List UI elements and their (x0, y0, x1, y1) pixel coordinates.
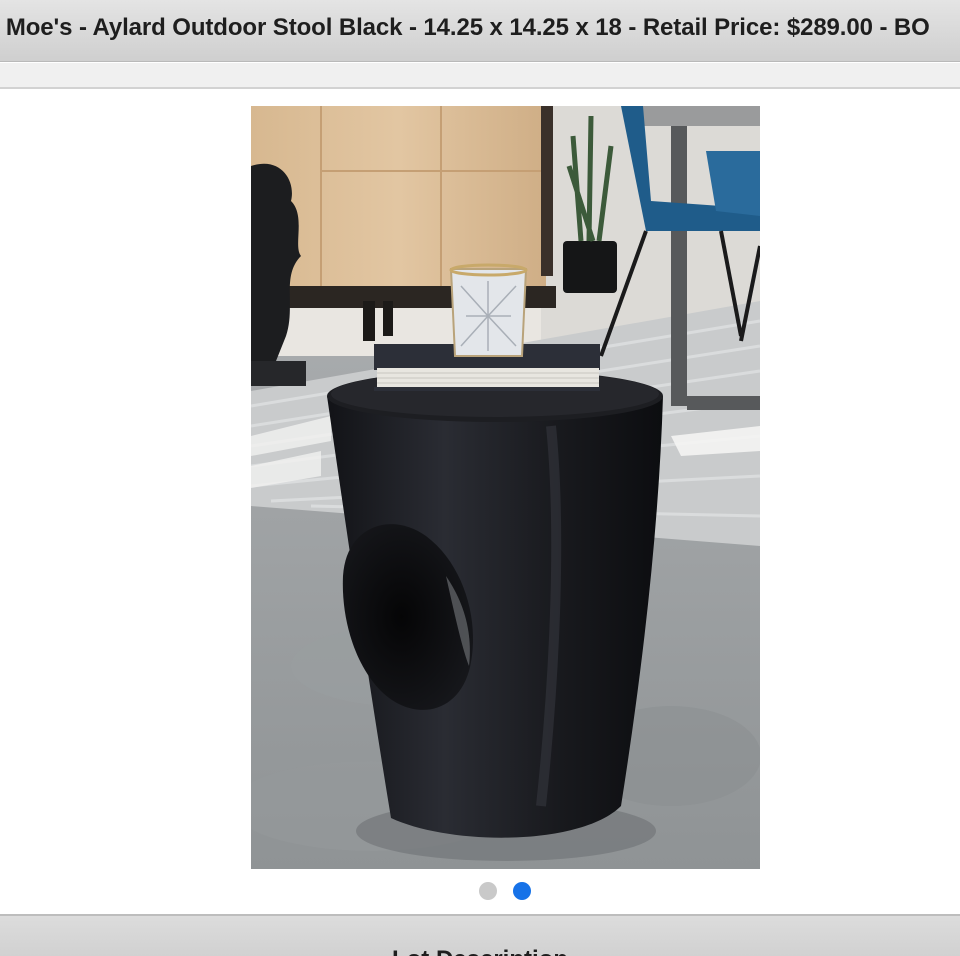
product-image[interactable] (251, 106, 760, 869)
toolbar-strip (0, 63, 960, 89)
lot-description-header[interactable]: Lot Description (0, 914, 960, 956)
title-bar: 3 Moe's - Aylard Outdoor Stool Black - 1… (0, 0, 960, 62)
item-title: 3 Moe's - Aylard Outdoor Stool Black - 1… (0, 14, 930, 41)
image-gallery[interactable] (251, 106, 760, 869)
pagination-dot-1[interactable] (479, 882, 497, 900)
section-heading: Lot Description (0, 946, 960, 956)
gallery-pagination (0, 880, 960, 902)
pagination-dot-2-active[interactable] (513, 882, 531, 900)
